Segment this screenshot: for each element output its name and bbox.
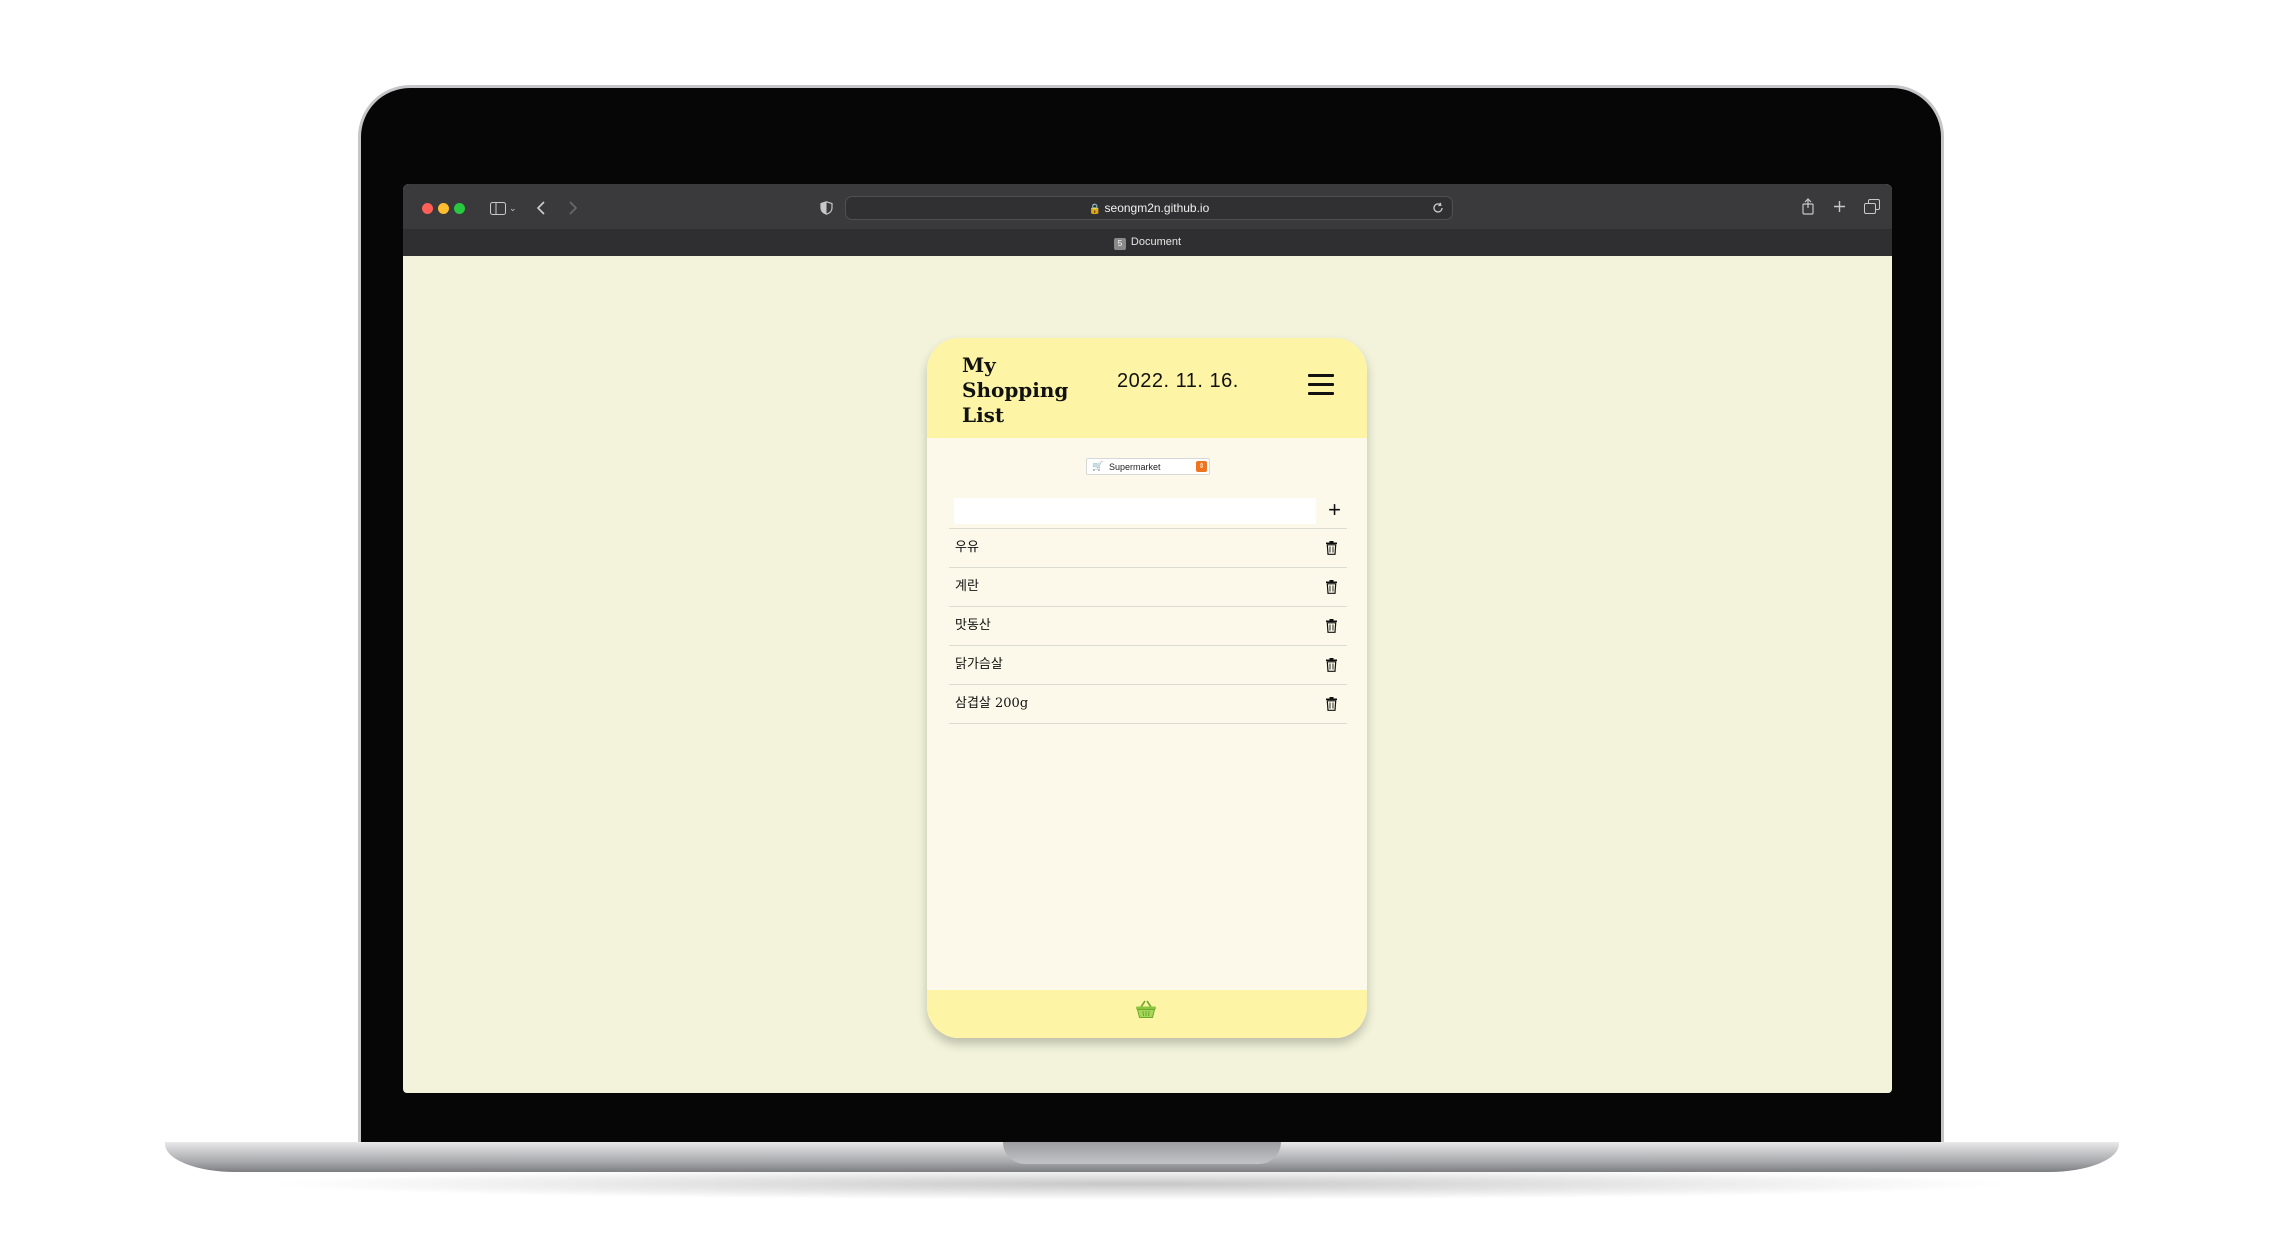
favicon-icon: 5: [1113, 238, 1126, 250]
store-select[interactable]: 🛒 Supermarket ⇕: [1086, 458, 1210, 475]
tab-title: Document: [1130, 236, 1182, 248]
close-window-button[interactable]: [422, 203, 433, 214]
shopping-list-card: My Shopping List 2022. 11. 16. 🛒 Superma…: [927, 338, 1367, 1038]
tabs-overview-icon[interactable]: [1864, 199, 1880, 214]
item-name: 맛동산: [955, 618, 991, 633]
lock-icon: 🔒: [1088, 204, 1102, 215]
share-icon[interactable]: [1801, 198, 1815, 215]
back-icon[interactable]: [537, 201, 546, 215]
list-item: 닭가슴살: [949, 646, 1347, 685]
list-item: 삼겹살 200g: [949, 685, 1347, 724]
list-item: 계란: [949, 568, 1347, 607]
current-date: 2022. 11. 16.: [1117, 370, 1239, 392]
url-text: 🔒 seongm2n.github.io: [1088, 201, 1210, 215]
page-title: My Shopping List: [962, 353, 1069, 427]
browser-window: ⌄ 🔒 seongm2n.github.io 5 Document My Sho…: [403, 184, 1892, 1093]
item-list: 우유 계란 맛동산 닭가슴살 삼겹살 200g: [949, 529, 1347, 724]
chevron-down-icon[interactable]: ⌄: [509, 201, 517, 215]
add-item-button[interactable]: +: [1328, 497, 1341, 523]
store-select-value: Supermarket: [1109, 462, 1161, 472]
item-name: 우유: [955, 540, 979, 555]
tab-document[interactable]: 5 Document: [403, 236, 1892, 250]
tab-bar: 5 Document: [403, 229, 1892, 256]
basket-icon[interactable]: [1135, 999, 1157, 1019]
menu-icon[interactable]: [1308, 374, 1334, 396]
item-name: 삼겹살 200g: [955, 696, 1029, 711]
new-item-input[interactable]: [954, 498, 1316, 524]
card-footer: [927, 990, 1367, 1038]
chevron-down-icon: ⇕: [1196, 461, 1207, 472]
forward-icon[interactable]: [568, 201, 577, 215]
list-item: 우유: [949, 529, 1347, 568]
new-tab-icon[interactable]: [1833, 200, 1846, 213]
browser-toolbar: ⌄ 🔒 seongm2n.github.io 5 Document: [403, 184, 1892, 256]
add-item-row: +: [949, 495, 1347, 529]
cart-icon: 🛒: [1092, 461, 1104, 471]
zoom-window-button[interactable]: [454, 203, 465, 214]
list-item: 맛동산: [949, 607, 1347, 646]
trash-icon[interactable]: [1326, 580, 1337, 594]
item-name: 계란: [955, 579, 979, 594]
minimize-window-button[interactable]: [438, 203, 449, 214]
trash-icon[interactable]: [1326, 658, 1337, 672]
trash-icon[interactable]: [1326, 541, 1337, 555]
shield-icon[interactable]: [820, 201, 833, 215]
card-header: My Shopping List 2022. 11. 16.: [927, 338, 1367, 438]
laptop-notch: [1003, 1142, 1281, 1164]
trash-icon[interactable]: [1326, 697, 1337, 711]
laptop-shadow: [260, 1168, 2020, 1200]
address-bar[interactable]: 🔒 seongm2n.github.io: [845, 196, 1453, 220]
sidebar-icon[interactable]: [490, 202, 506, 215]
trash-icon[interactable]: [1326, 619, 1337, 633]
reload-icon[interactable]: [1432, 202, 1444, 214]
item-name: 닭가슴살: [955, 657, 1003, 672]
